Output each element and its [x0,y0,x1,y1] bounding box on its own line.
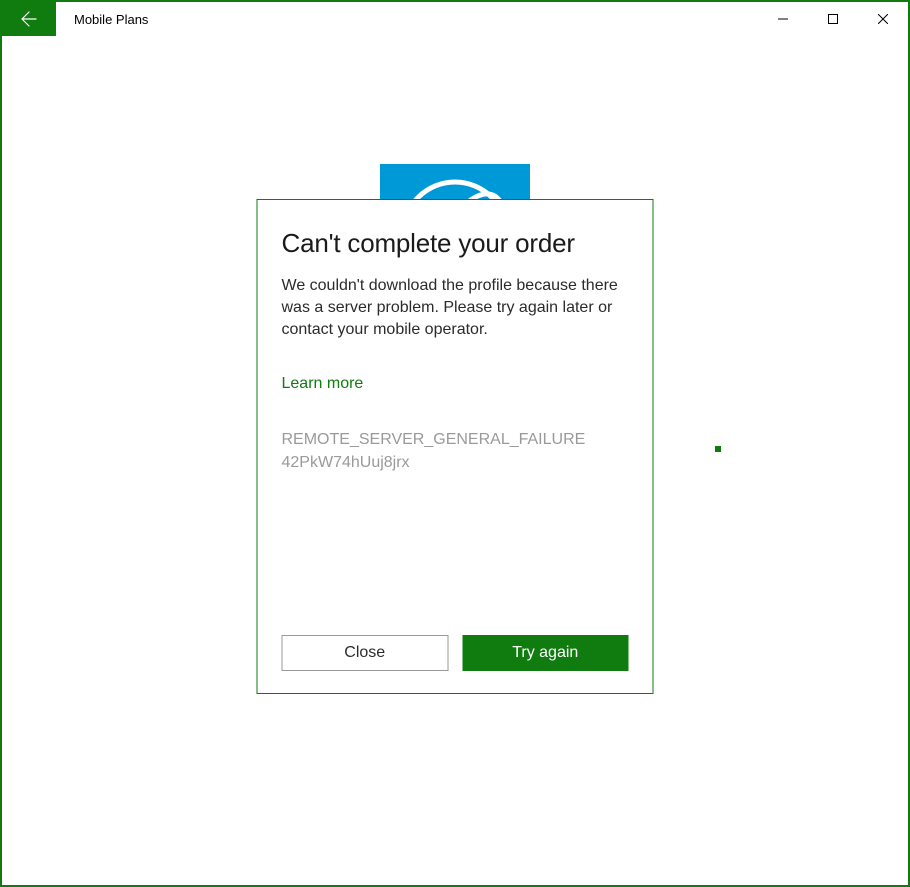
back-arrow-icon [21,11,37,27]
try-again-button[interactable]: Try again [462,635,629,671]
progress-dot [715,446,721,452]
dialog-message: We couldn't download the profile because… [282,275,629,341]
minimize-button[interactable] [758,2,808,36]
maximize-icon [828,14,838,24]
dialog-spacer [282,474,629,635]
error-code-line: REMOTE_SERVER_GENERAL_FAILURE [282,429,629,451]
titlebar-spacer [148,2,758,36]
content-area: Can't complete your order We couldn't do… [2,36,908,885]
close-button[interactable]: Close [282,635,449,671]
dialog-heading: Can't complete your order [282,228,629,259]
title-bar: Mobile Plans [2,2,908,36]
close-icon [878,14,888,24]
window-controls [758,2,908,36]
dialog-actions: Close Try again [282,635,629,671]
error-id-line: 42PkW74hUuj8jrx [282,452,629,474]
back-button[interactable] [2,2,56,36]
window-title: Mobile Plans [56,2,148,36]
error-dialog: Can't complete your order We couldn't do… [257,199,654,694]
learn-more-link[interactable]: Learn more [282,375,629,393]
close-window-button[interactable] [858,2,908,36]
error-code: REMOTE_SERVER_GENERAL_FAILURE 42PkW74hUu… [282,429,629,474]
minimize-icon [778,14,788,24]
maximize-button[interactable] [808,2,858,36]
